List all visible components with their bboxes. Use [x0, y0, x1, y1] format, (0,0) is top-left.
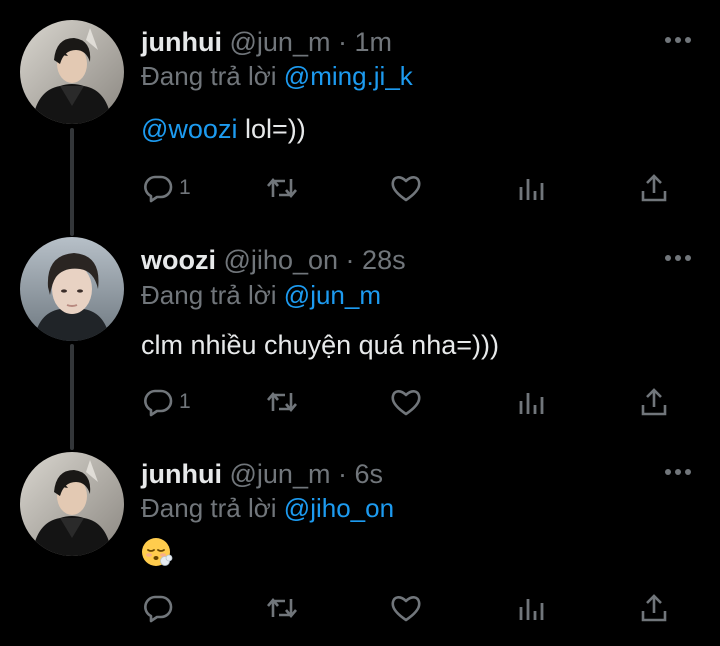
heart-icon: [391, 390, 421, 416]
retweet-button[interactable]: [265, 385, 299, 419]
views-button[interactable]: [516, 171, 546, 205]
like-button[interactable]: [390, 385, 422, 419]
user-handle[interactable]: @jiho_on: [224, 245, 339, 275]
more-horizontal-icon[interactable]: [660, 248, 696, 268]
tweet-text: @woozi lol=)): [141, 112, 306, 146]
reply-button[interactable]: [143, 591, 179, 625]
reply-button[interactable]: 1: [143, 171, 191, 205]
reply-button[interactable]: 1: [143, 385, 191, 419]
share-icon: [641, 388, 667, 416]
share-button[interactable]: [639, 591, 669, 625]
timestamp[interactable]: 6s: [354, 459, 383, 489]
tweet[interactable]: woozi @jiho_on · 28s Đang trả lời @jun_m…: [0, 215, 720, 430]
retweet-button[interactable]: [265, 171, 299, 205]
views-button[interactable]: [516, 591, 546, 625]
views-chart-icon: [519, 599, 544, 620]
face-exhaling-emoji: [142, 538, 173, 566]
reply-bubble-icon: [144, 595, 173, 623]
views-chart-icon: [519, 179, 544, 200]
separator-dot: ·: [345, 245, 355, 275]
user-handle[interactable]: @jun_m: [230, 459, 331, 489]
retweet-button[interactable]: [265, 591, 299, 625]
reply-count: 1: [179, 176, 191, 199]
replying-to-mention[interactable]: @ming.ji_k: [284, 61, 413, 91]
avatar[interactable]: [20, 452, 124, 556]
retweet-icon: [267, 391, 297, 413]
replying-to: Đang trả lời @jun_m: [141, 279, 381, 311]
like-button[interactable]: [390, 591, 422, 625]
timestamp[interactable]: 1m: [354, 27, 392, 57]
user-handle[interactable]: @jun_m: [230, 27, 331, 57]
display-name[interactable]: woozi: [141, 245, 216, 275]
tweet[interactable]: junhui @jun_m · 1m Đang trả lời @ming.ji…: [0, 0, 720, 215]
tweet-header: junhui @jun_m · 6s: [141, 458, 383, 490]
text-content: lol=)): [237, 114, 306, 144]
share-button[interactable]: [639, 171, 669, 205]
reply-count: 1: [179, 390, 191, 413]
retweet-icon: [267, 597, 297, 619]
replying-to: Đang trả lời @ming.ji_k: [141, 60, 413, 92]
tweet-header: junhui @jun_m · 1m: [141, 26, 392, 58]
retweet-icon: [267, 177, 297, 199]
separator-dot: ·: [337, 459, 347, 489]
share-icon: [641, 594, 667, 622]
heart-icon: [391, 176, 421, 202]
text-mention[interactable]: @woozi: [141, 114, 237, 144]
reply-bubble-icon: [144, 175, 173, 203]
views-button[interactable]: [516, 385, 546, 419]
avatar[interactable]: [20, 20, 124, 124]
share-icon: [641, 174, 667, 202]
replying-to: Đang trả lời @jiho_on: [141, 492, 394, 524]
replying-to-mention[interactable]: @jun_m: [284, 280, 381, 310]
tweet-text: clm nhiều chuyện quá nha=))): [141, 330, 499, 360]
tweet-header: woozi @jiho_on · 28s: [141, 244, 406, 276]
more-horizontal-icon[interactable]: [660, 30, 696, 50]
replying-to-label: Đang trả lời: [141, 493, 277, 523]
views-chart-icon: [519, 393, 544, 414]
replying-to-label: Đang trả lời: [141, 61, 277, 91]
display-name[interactable]: junhui: [141, 27, 222, 57]
heart-icon: [391, 596, 421, 622]
share-button[interactable]: [639, 385, 669, 419]
separator-dot: ·: [337, 27, 347, 57]
timestamp[interactable]: 28s: [362, 245, 406, 275]
avatar[interactable]: [20, 237, 124, 341]
like-button[interactable]: [390, 171, 422, 205]
reply-bubble-icon: [144, 389, 173, 417]
tweet[interactable]: junhui @jun_m · 6s Đang trả lời @jiho_on: [0, 430, 720, 645]
replying-to-label: Đang trả lời: [141, 280, 277, 310]
display-name[interactable]: junhui: [141, 459, 222, 489]
more-horizontal-icon[interactable]: [660, 462, 696, 482]
replying-to-mention[interactable]: @jiho_on: [284, 493, 394, 523]
